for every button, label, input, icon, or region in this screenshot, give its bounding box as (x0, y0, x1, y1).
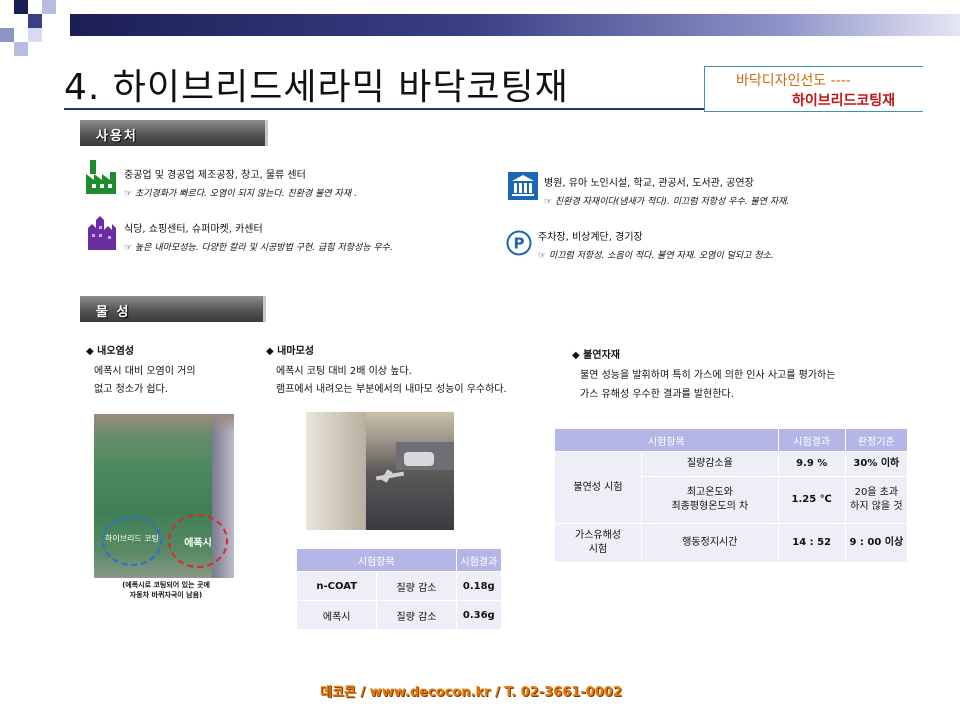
fire-cell: 9.9 % (777, 451, 846, 477)
usage-text-1: 중공업 및 경공업 제조공장, 창고, 물류 센터 (124, 170, 306, 181)
usage-text-3: 병원, 유아 노인시설, 학교, 관공서, 도서관, 공연장 (544, 178, 754, 189)
tagline-2: 하이브리드코팅재 (792, 93, 896, 109)
fire-cell: 1.25 ℃ (777, 476, 846, 524)
table-row: n-COAT 질량 감소 0.18g (295, 571, 503, 601)
footer-contact: 데코콘 / www.decocon.kr / T. 02-3661-0002 (320, 685, 622, 700)
tagline-1: 바닥디자인선도 ---- (736, 73, 851, 89)
stain-line-1: 에폭시 대비 오염이 거의 (94, 366, 196, 377)
fire-header-result: 시험결과 (777, 428, 846, 452)
header-decor (0, 0, 70, 60)
section-tab-usage: 사용처 (80, 120, 268, 146)
usage-text-4: 주차장, 비상계단, 경기장 (538, 232, 643, 243)
usage-note-1: ☞ 초기경화가 빠르다. 오염이 되지 않는다. 친환경 불연 자재 . (124, 189, 357, 199)
fire-cell: 14 : 52 (777, 523, 846, 563)
fire-cell: 30% 이하 (844, 451, 909, 477)
stain-photo: 하이브리드 코팅 에폭시 (94, 414, 234, 578)
fire-header-item: 시험항목 (554, 428, 779, 452)
buildings-icon (86, 214, 118, 250)
fire-group-cell: 가스유해성 시험 (554, 523, 642, 563)
abrasion-photo (306, 412, 454, 530)
wear-header-result: 시험결과 (455, 548, 503, 572)
abrasion-title: ◆ 내마모성 (266, 346, 314, 357)
wear-cell: 질량 감소 (376, 600, 457, 630)
abrasion-line-1: 에폭시 코팅 대비 2배 이상 높다. (276, 366, 412, 377)
fire-test-table: 시험항목 시험결과 판정기준 불연성 시험 질량감소율 9.9 % 30% 이하… (554, 428, 909, 563)
usage-note-4: ☞ 미끄럼 저항성. 소음이 적다. 불연 자재. 오염이 덜되고 청소. (538, 251, 774, 261)
fire-cell: 20을 초과 하지 않을 것 (844, 476, 909, 524)
wear-test-table: 시험항목 시험결과 n-COAT 질량 감소 0.18g 에폭시 질량 감소 0… (295, 548, 503, 630)
stain-caption-1: (에폭시로 코팅되어 있는 곳에 (122, 581, 210, 589)
page-title: 4. 하이브리드세라믹 바닥코팅재 (64, 67, 569, 108)
table-row: 불연성 시험 질량감소율 9.9 % 30% 이하 (554, 451, 909, 524)
wear-cell: 질량 감소 (376, 571, 457, 601)
fire-cell: 9 : 00 이상 (844, 523, 909, 563)
public-building-icon (508, 172, 538, 200)
stain-caption-2: 자동차 바퀴자국이 남음) (129, 591, 203, 599)
wear-cell: 에폭시 (295, 600, 378, 630)
svg-text:P: P (514, 235, 525, 253)
fire-cell: 최고온도와 최종평형온도의 차 (641, 476, 779, 524)
table-row: 가스유해성 시험 행동정지시간 14 : 52 9 : 00 이상 (554, 523, 909, 563)
stain-label-hybrid: 하이브리드 코팅 (104, 534, 160, 543)
section-label-properties: 물 성 (96, 305, 131, 320)
section-tab-properties: 물 성 (80, 296, 266, 322)
usage-note-2: ☞ 높은 내마모성능. 다양한 칼라 및 시공방법 구현. 급힘 저항성능 우수… (124, 243, 393, 253)
fire-line-1: 불연 성능을 발휘하며 특히 가스에 의한 인사 사고를 평가하는 (580, 370, 836, 381)
usage-note-3: ☞ 친환경 자재이다(냄새가 적다). 미끄럼 저항성 우수. 불연 자재. (544, 197, 790, 207)
stain-title: ◆ 내오염성 (86, 346, 134, 357)
fire-cell: 질량감소율 (641, 451, 779, 477)
wear-cell: 0.18g (455, 571, 503, 601)
header-bar (70, 14, 960, 36)
title-underline (64, 108, 704, 110)
usage-text-2: 식당, 쇼핑센터, 슈퍼마켓, 카센터 (124, 224, 263, 235)
fire-title: ◆ 불연자재 (572, 350, 620, 361)
stain-line-2: 없고 청소가 쉽다. (94, 384, 168, 395)
stain-label-epoxy: 에폭시 (184, 538, 212, 549)
wear-cell: n-COAT (295, 571, 378, 601)
abrasion-line-2: 램프에서 내려오는 부분에서의 내마모 성능이 우수하다. (276, 384, 507, 395)
fire-line-2: 가스 유해성 우수한 결과를 발현한다. (580, 389, 734, 400)
fire-group-cell: 불연성 시험 (554, 451, 642, 524)
parking-icon: P (506, 230, 532, 256)
fire-cell: 행동정지시간 (641, 523, 779, 563)
fire-header-criteria: 판정기준 (844, 428, 909, 452)
wear-header-item: 시험항목 (296, 548, 457, 572)
section-label-usage: 사용처 (96, 129, 138, 144)
table-row: 에폭시 질량 감소 0.36g (295, 600, 503, 630)
wear-cell: 0.36g (455, 600, 503, 630)
factory-icon (84, 160, 118, 196)
